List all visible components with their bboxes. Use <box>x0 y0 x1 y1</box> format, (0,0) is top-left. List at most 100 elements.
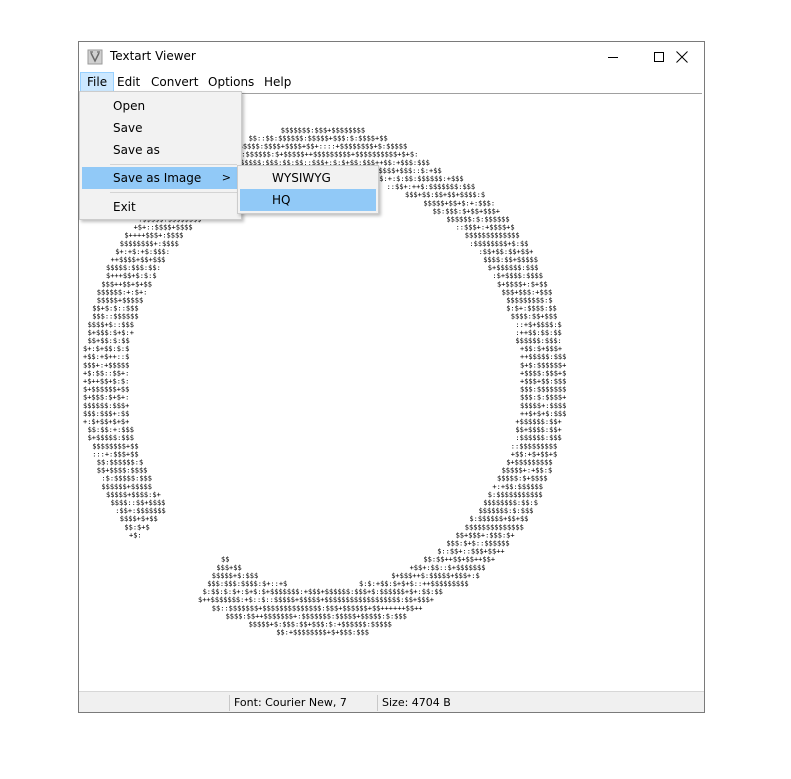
ascii-art-line: $$:$+$ <box>124 523 149 531</box>
menu-bar: File Edit Convert Options Help <box>79 72 704 92</box>
ascii-art-line: $$$$$+$$$$:$+ <box>106 491 161 499</box>
ascii-art-line: $$$$+$::$$$ <box>88 321 134 329</box>
ascii-art-line: $$$:$:$$$$+ <box>520 394 566 402</box>
ascii-art-line: $$$:$$$$$$$ <box>520 386 566 394</box>
ascii-art-line: $$$$$$$:$$$$+$$$$+$$+::::+$$$$$$$$+$:$$$… <box>230 143 407 151</box>
ascii-art-line: $$$+$$ <box>216 564 241 572</box>
ascii-art-line: ::$$$$$$$$$ <box>511 442 557 450</box>
ascii-art-line: $$::$$$$$$$+$$$$$$$$$$$$$$:$$$+$$$$$$+$$… <box>212 604 423 612</box>
ascii-art-line: $$:$$$$$$:$ <box>97 459 143 467</box>
ascii-art-line: $$$++$$+$+$$ <box>101 280 152 288</box>
status-font: Font: Courier New, 7 <box>229 695 377 711</box>
menu-options[interactable]: Options <box>202 72 260 92</box>
ascii-art-line: $$$$$:$$$:$$: <box>106 264 161 272</box>
minimize-button[interactable] <box>590 42 636 72</box>
ascii-art-line: +$++$$+$:$: <box>83 378 129 386</box>
ascii-art-line: $+$$$:$+$:+ <box>88 329 134 337</box>
title-bar[interactable]: Textart Viewer <box>79 42 704 72</box>
ascii-art-line: ::$$$+:+$$$$+$ <box>456 224 515 232</box>
menu-convert[interactable]: Convert <box>145 72 204 92</box>
ascii-art-line: $$+$$$$:$$+ <box>515 426 561 434</box>
ascii-art-line: :$:$$$$$:$$$ <box>101 475 152 483</box>
window-title: Textart Viewer <box>110 49 196 63</box>
ascii-art-line: $$$$$+:+$$:$ <box>502 467 553 475</box>
ascii-art-line: +$$:$+$$$+ <box>520 345 562 353</box>
ascii-art-line: $::$$+::$$$+$$++ <box>437 548 504 556</box>
status-left <box>79 695 229 711</box>
submenu-arrow-icon: > <box>221 171 231 184</box>
ascii-art-line: $$$$$+$:$$$:$$+$$$:$:+$$$$$$:$$$$$ <box>249 621 392 629</box>
ascii-art-line: +$:$$::$$+: <box>83 369 129 377</box>
ascii-art-line: $$:$$$:$+$$+$$$+ <box>433 207 500 215</box>
submenu-wysiwyg[interactable]: WYSIWYG <box>240 167 376 189</box>
ascii-art-line: +$$:+$++::$ <box>83 353 129 361</box>
ascii-art-line: +$: <box>129 531 142 539</box>
ascii-art-line: $+:$+$$:$:$ <box>83 345 129 353</box>
file-menu-exit[interactable]: Exit <box>82 196 239 218</box>
ascii-art-line: $$$$$$:$$$+ <box>83 402 129 410</box>
ascii-art-line: $$:+$$$$$$$$+$+$$$:$$$ <box>276 629 369 637</box>
menu-edit[interactable]: Edit <box>111 72 146 92</box>
ascii-art-line: $+:+$:+$:$$$: <box>115 248 170 256</box>
close-button[interactable] <box>659 42 705 72</box>
file-menu-dropdown: Open Save Save as Save as Image > Exit <box>79 91 242 220</box>
ascii-art-line: $$$$$+:$$$$ <box>520 402 566 410</box>
ascii-art-line: $$$$$$$$+$$ <box>92 442 138 450</box>
ascii-art-line: :$$$$$$:$$$ <box>515 434 561 442</box>
close-icon <box>676 51 688 63</box>
file-menu-save-as-image[interactable]: Save as Image > <box>82 167 239 189</box>
ascii-art-line: $:$:+$$:$+$+$::++$$$$$$$$$ <box>359 580 469 588</box>
ascii-art-line: $$$$$$$$$$$$$$ <box>465 523 524 531</box>
ascii-art-line: +$$$$$$:$$+ <box>515 418 561 426</box>
ascii-art-line: $+$$$:$+$+: <box>83 394 129 402</box>
ascii-art-line: $$$:$$$:$$$$:$+::+$ <box>207 580 287 588</box>
ascii-art-line: $$+$:$::$$$ <box>92 305 138 313</box>
file-menu-save-as[interactable]: Save as <box>82 139 239 161</box>
ascii-art-line: $$:$$++$$+$$++$$+ <box>423 556 495 564</box>
minimize-icon <box>608 52 618 62</box>
ascii-art-line: $$$+$$$:+$$$ <box>502 288 553 296</box>
status-bar: Font: Courier New, 7 Size: 4704 B <box>79 691 704 712</box>
ascii-art-line: ::$$+:++$:$$$$$$$:$$$ <box>387 183 476 191</box>
ascii-art-line: $$::$$:$$$$$$:$$$$$+$$$:$:$$$$+$$ <box>249 135 388 143</box>
ascii-art-line: $$$$$+$:$$$ <box>212 572 258 580</box>
ascii-art-line: $$+$$$$:$$$$ <box>97 467 148 475</box>
ascii-art-line: $$$$$$:$:$$$$$$ <box>446 216 509 224</box>
ascii-art-line: +:$+$$+$+$+ <box>83 418 129 426</box>
textart-app-icon <box>87 49 103 65</box>
ascii-art-line: $$$$$$:$$$: <box>515 337 561 345</box>
ascii-art-line: $$$$+$+$$ <box>120 515 158 523</box>
ascii-art-line: $+$$$$$:$$$ <box>88 434 134 442</box>
ascii-art-line: :++$$:$$:$$ <box>515 329 561 337</box>
file-menu-save[interactable]: Save <box>82 117 239 139</box>
ascii-art-line: $$$$$$$$:$$:$ <box>483 499 538 507</box>
ascii-art-line: $+$$$++$:$$$$$+$$$+:$ <box>391 572 480 580</box>
ascii-art-line: $$$$::$$+$$$$ <box>111 499 166 507</box>
file-menu-open[interactable]: Open <box>82 95 239 117</box>
ascii-art-line: :$:$$$+:$$$$$$:$+$$$$$++$$$$$$$$$+$$$$$$… <box>212 151 419 159</box>
ascii-art-line: $$$:$+$::$$$$$$ <box>446 540 509 548</box>
ascii-art-line: $++++$$$+:$$$$ <box>124 232 183 240</box>
ascii-art-line: $$$$$$$:$:$$$ <box>479 507 534 515</box>
ascii-art-line: :$+$$$$:$$$$ <box>492 272 543 280</box>
ascii-art-line: $$$$$$$:$$$+$$$$$$$$ <box>281 126 365 134</box>
ascii-art-line: :$$$$$$$$+$:$$ <box>469 240 528 248</box>
ascii-art-line: $:$$$$$$$$$$$ <box>488 491 543 499</box>
ascii-art-line: :$$+:$$$$$$$ <box>115 507 166 515</box>
ascii-art-line: $$$$$+$$+$:+:$$$: <box>423 199 495 207</box>
ascii-art-line: $$$:$$$+:$$ <box>83 410 129 418</box>
ascii-art-line: +$$+:$$::$+$$$$$$$ <box>410 564 486 572</box>
ascii-art-line: $+$:$$$$$$+ <box>520 361 566 369</box>
ascii-art-line: :$$+$$:$$+$$+ <box>479 248 534 256</box>
menu-help[interactable]: Help <box>258 72 297 92</box>
submenu-hq[interactable]: HQ <box>240 189 376 211</box>
ascii-art-line: $+++$$+$:$:$ <box>106 272 157 280</box>
ascii-art-line: $$$::$$$$$$ <box>92 313 138 321</box>
status-size: Size: 4704 B <box>377 695 677 711</box>
ascii-art-line: $+$$$$+:$+$$ <box>497 280 548 288</box>
menu-file[interactable]: File <box>80 72 115 92</box>
ascii-art-line: ++$$$$+$$+$$$ <box>111 256 166 264</box>
ascii-art-line: +$$:+$+$$+$ <box>511 450 557 458</box>
ascii-art-line: $++$$$$$$$:+$::$::$$$$$+$$$$$+$$$$$$$$$$… <box>198 596 434 604</box>
ascii-art-line: $$$$$$$$$$$$$ <box>465 232 520 240</box>
